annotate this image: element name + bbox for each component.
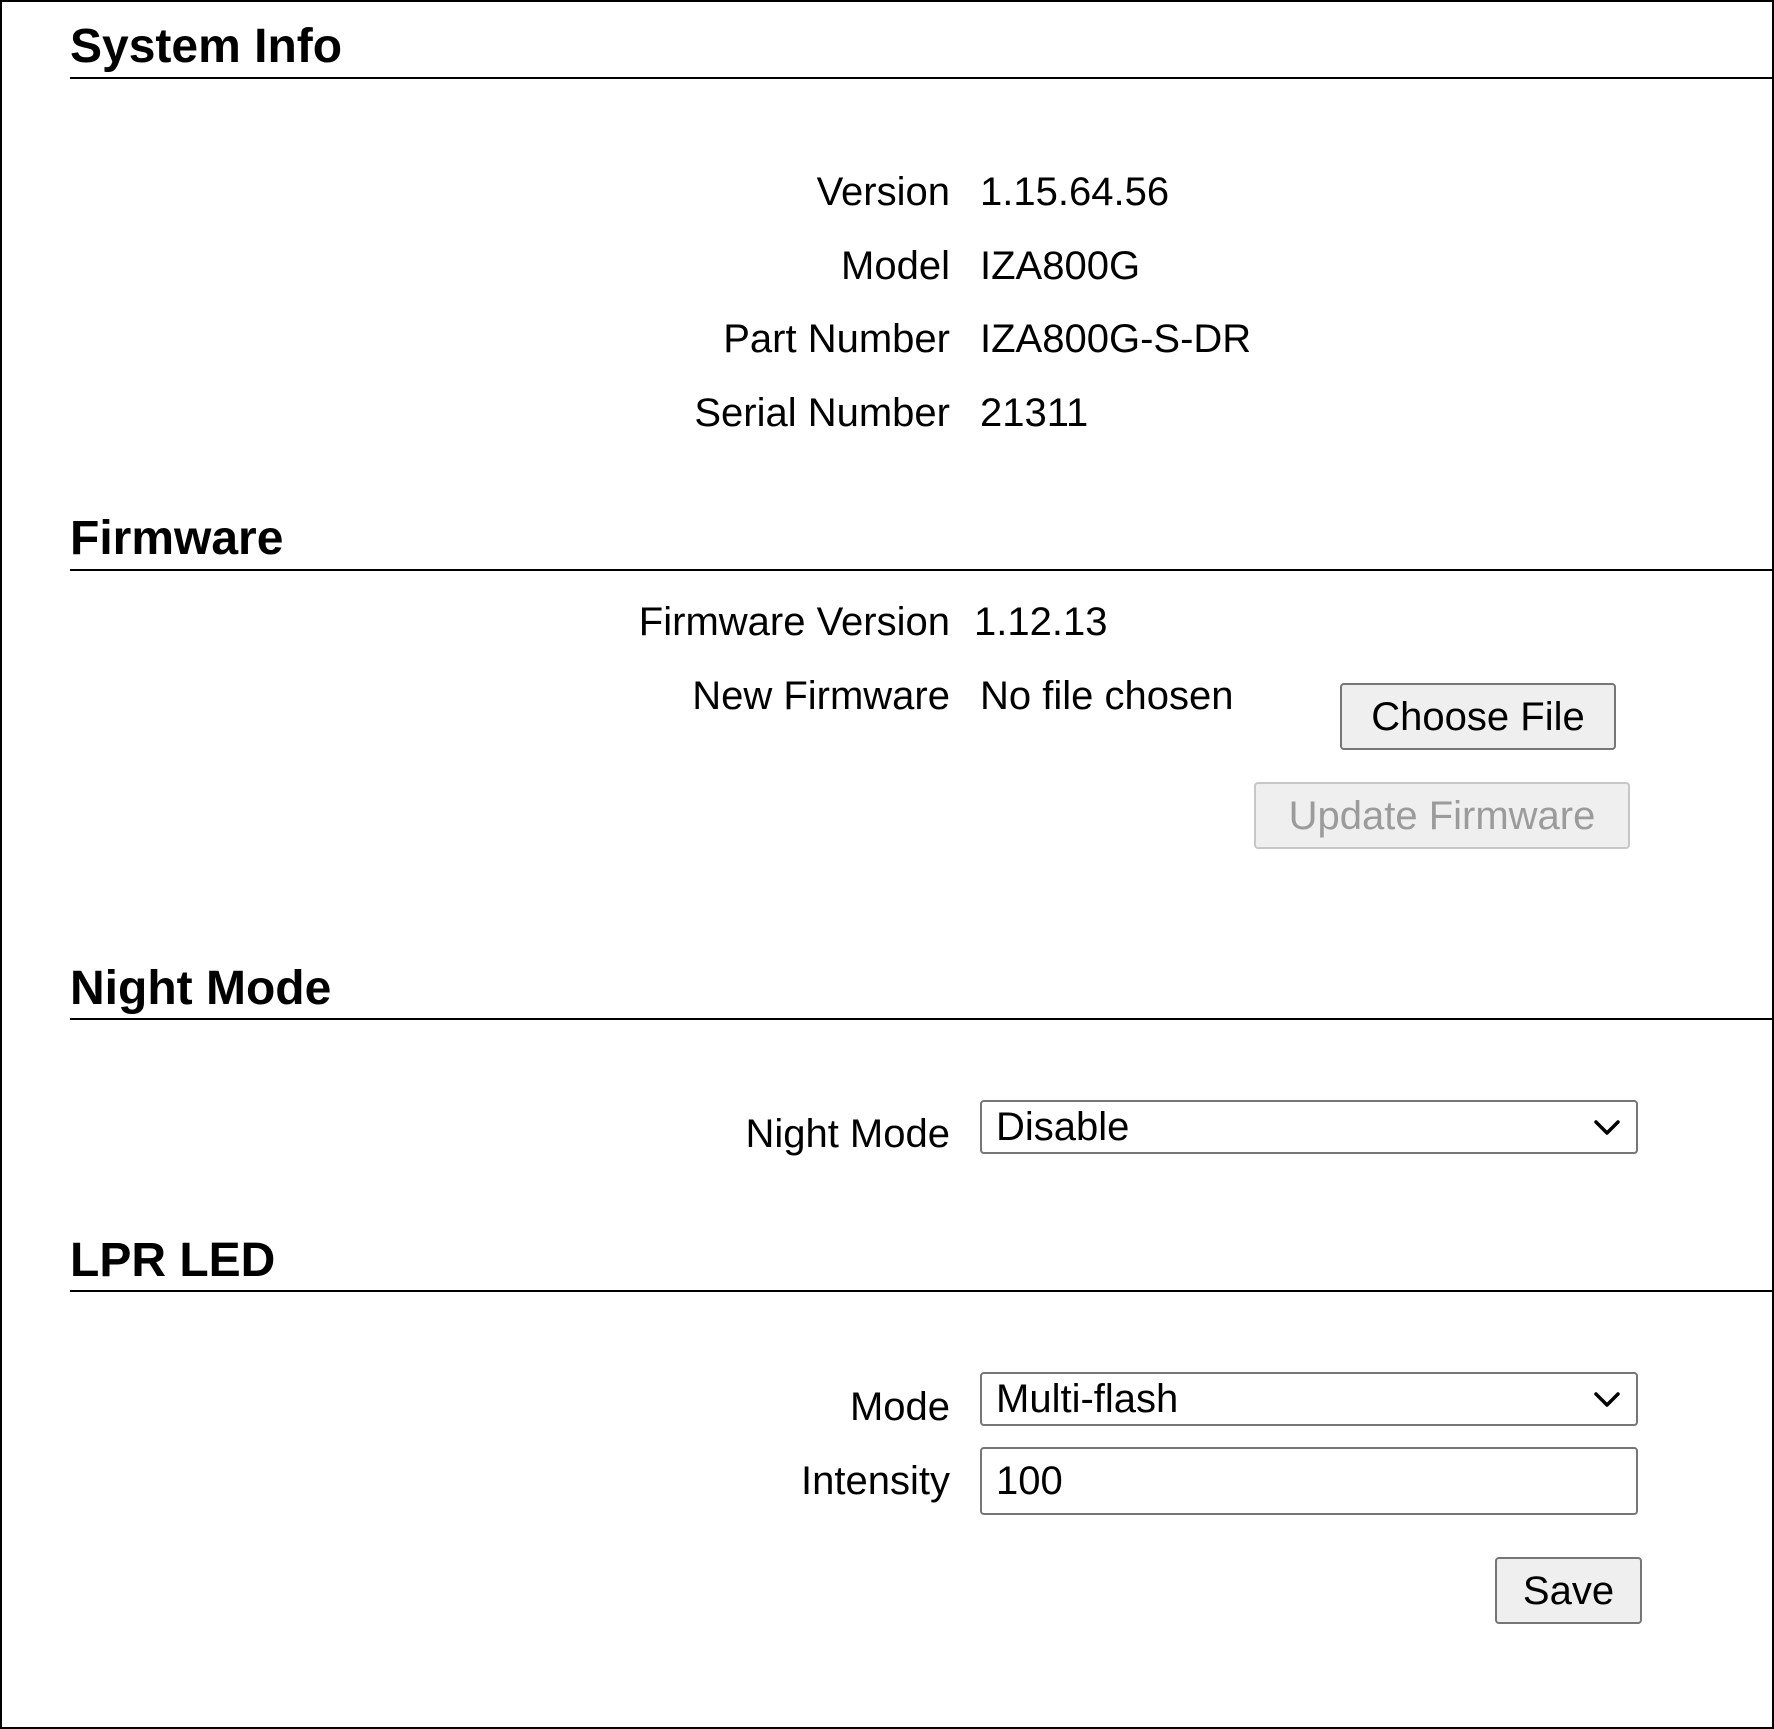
- part-number-label: Part Number: [723, 317, 950, 361]
- firmware-heading: Firmware: [70, 512, 284, 565]
- save-button[interactable]: Save: [1495, 1557, 1642, 1624]
- choose-file-button[interactable]: Choose File: [1340, 683, 1616, 750]
- firmware-divider: [70, 569, 1772, 571]
- part-number-value: IZA800G-S-DR: [980, 317, 1252, 361]
- led-mode-select[interactable]: Multi-flash: [980, 1372, 1638, 1426]
- lpr-led-divider: [70, 1290, 1772, 1292]
- version-value: 1.15.64.56: [980, 170, 1170, 214]
- night-mode-heading: Night Mode: [70, 962, 332, 1015]
- night-mode-select[interactable]: Disable: [980, 1100, 1638, 1154]
- system-info-heading: System Info: [70, 20, 343, 73]
- settings-panel: System Info Version 1.15.64.56 Model IZA…: [0, 0, 1774, 1729]
- chevron-down-icon: [1594, 1120, 1620, 1135]
- led-mode-selected-value: Multi-flash: [996, 1377, 1179, 1421]
- night-mode-label: Night Mode: [745, 1112, 950, 1156]
- intensity-label: Intensity: [801, 1459, 950, 1503]
- chevron-down-icon: [1594, 1392, 1620, 1407]
- intensity-input[interactable]: [980, 1447, 1638, 1515]
- serial-number-label: Serial Number: [694, 391, 950, 435]
- mode-label: Mode: [849, 1385, 950, 1429]
- firmware-version-label: Firmware Version: [638, 600, 950, 644]
- model-value: IZA800G: [980, 244, 1141, 288]
- serial-number-value: 21311: [980, 391, 1089, 435]
- update-firmware-button[interactable]: Update Firmware: [1254, 782, 1630, 849]
- version-label: Version: [816, 170, 950, 214]
- file-status-text: No file chosen: [980, 674, 1234, 718]
- night-mode-selected-value: Disable: [996, 1105, 1130, 1149]
- firmware-version-value: 1.12.13: [974, 600, 1108, 644]
- new-firmware-label: New Firmware: [692, 674, 950, 718]
- model-label: Model: [841, 244, 950, 288]
- lpr-led-heading: LPR LED: [70, 1234, 276, 1287]
- night-mode-divider: [70, 1018, 1772, 1020]
- system-info-divider: [70, 77, 1772, 79]
